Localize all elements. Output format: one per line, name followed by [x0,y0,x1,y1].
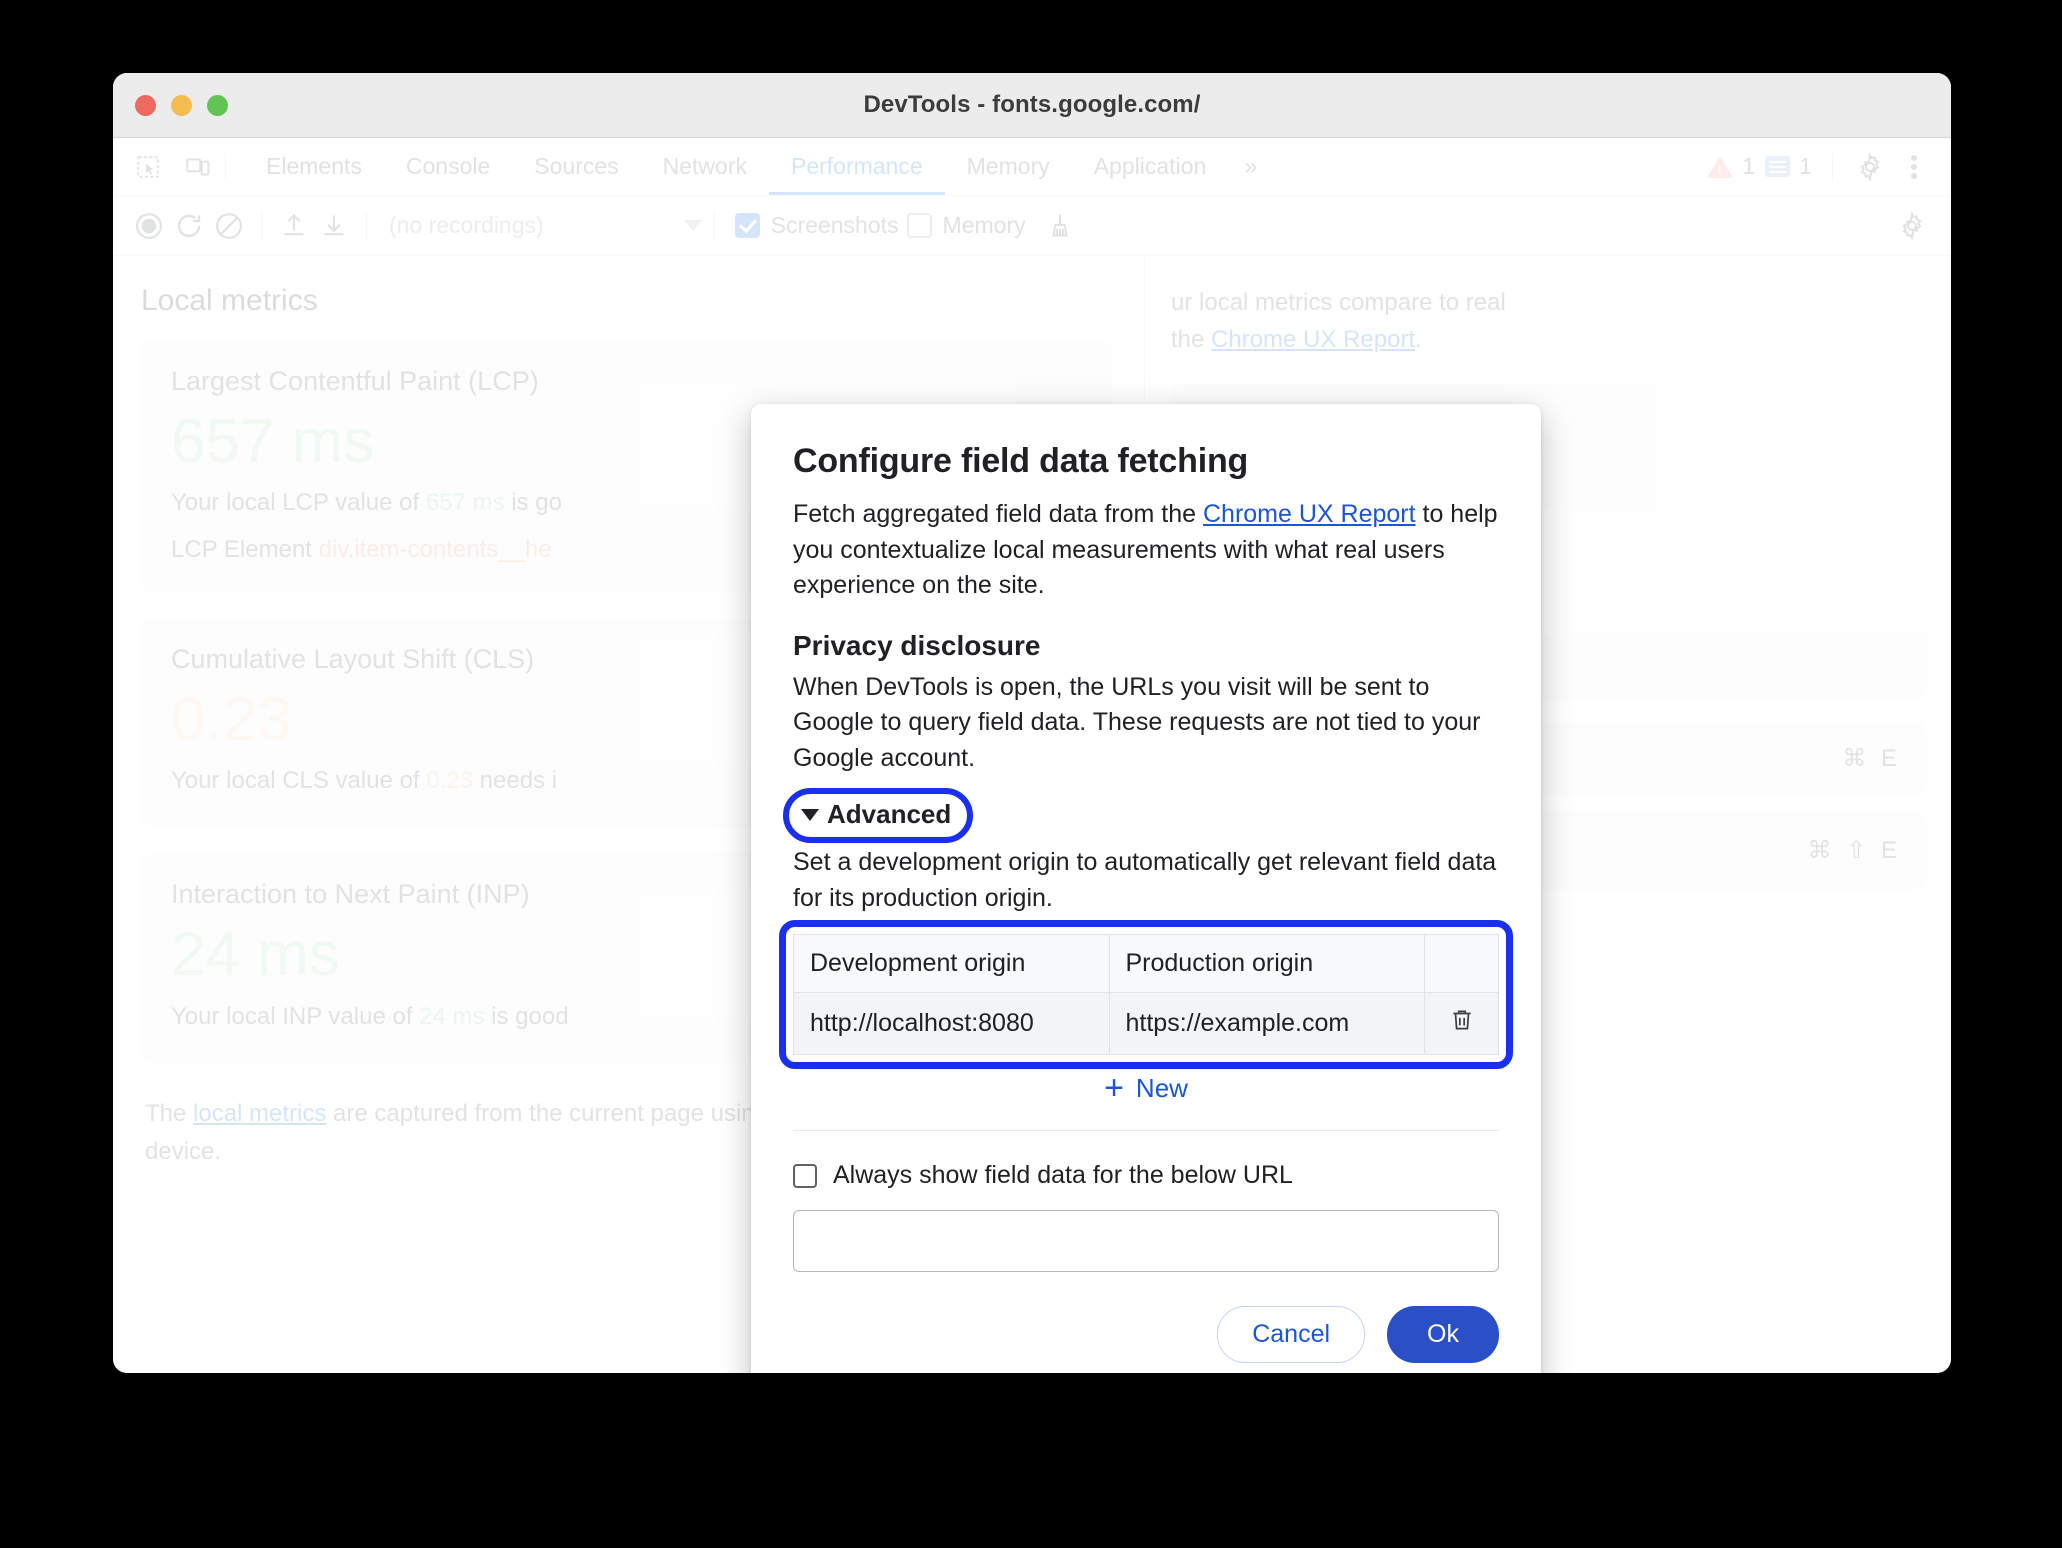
new-mapping-row: + New [793,1068,1499,1107]
devtools-window: DevTools - fonts.google.com/ Elements Co… [113,73,1951,1373]
dialog-intro: Fetch aggregated field data from the Chr… [793,500,1498,599]
warning-badge[interactable]: 1 [1707,153,1755,180]
recordings-value: (no recordings) [389,212,544,238]
tab-application[interactable]: Application [1072,138,1229,195]
always-show-field-data-label: Always show field data for the below URL [833,1161,1293,1189]
metric-name-lcp: Largest Contentful Paint (LCP) [171,366,539,396]
screenshots-label: Screenshots [770,212,899,238]
advanced-disclosure-toggle[interactable]: Advanced [783,788,974,843]
record-and-reload-shortcut: ⌘ ⇧ E [1807,836,1901,864]
devtools-tabs: Elements Console Sources Network Perform… [244,138,1274,195]
table-row[interactable]: http://localhost:8080 https://example.co… [793,992,1499,1055]
tab-memory[interactable]: Memory [945,138,1072,195]
warning-count: 1 [1742,153,1756,179]
record-shortcut: ⌘ E [1842,744,1901,772]
tabstrip-left-icons [113,150,215,184]
recordings-select[interactable]: (no recordings) [389,212,702,239]
privacy-disclosure-heading: Privacy disclosure [793,629,1041,661]
broom-icon[interactable] [1040,206,1080,246]
checkbox-unchecked-icon [793,1163,817,1188]
perfbar-divider-2 [366,211,367,240]
ok-button[interactable]: Ok [1387,1306,1499,1363]
page-title: Local metrics [141,284,318,317]
clear-icon[interactable] [209,206,249,246]
column-header-production-origin: Production origin [1108,934,1425,993]
column-header-actions [1424,934,1499,993]
device-toolbar-icon[interactable] [181,150,215,184]
window-title: DevTools - fonts.google.com/ [863,91,1201,118]
column-header-development-origin: Development origin [793,934,1110,993]
download-profile-icon[interactable] [314,206,354,246]
tab-sources[interactable]: Sources [512,138,640,195]
dialog-button-row: Cancel Ok [793,1306,1499,1363]
always-show-field-data-checkbox[interactable]: Always show field data for the below URL [793,1161,1499,1190]
advanced-label: Advanced [827,799,952,829]
plus-icon: + [1104,1068,1124,1107]
tabstrip-right-divider [1832,152,1833,181]
memory-checkbox[interactable]: Memory [906,212,1026,239]
screenshots-checkbox[interactable]: Screenshots [734,212,899,239]
cell-development-origin[interactable]: http://localhost:8080 [793,992,1110,1055]
gear-icon[interactable] [1853,150,1887,184]
tabstrip-right-icons: 1 1 [1707,150,1951,184]
tab-console[interactable]: Console [384,138,512,195]
configure-field-data-dialog: Configure field data fetching Fetch aggr… [751,404,1541,1373]
advanced-description: Set a development origin to automaticall… [793,848,1497,912]
lcp-element-selector[interactable]: div.item-contents__he [319,536,552,563]
tabstrip-divider [225,152,226,181]
message-badge[interactable]: 1 [1765,153,1812,180]
checkbox-unchecked-icon [906,213,932,238]
record-and-reload-icon[interactable] [169,206,209,246]
trash-icon[interactable] [1424,992,1499,1055]
chevron-down-icon [683,220,702,231]
message-count: 1 [1799,153,1812,179]
cancel-button[interactable]: Cancel [1217,1306,1366,1363]
perfbar-divider-1 [261,211,262,240]
privacy-disclosure-body: When DevTools is open, the URLs you visi… [793,672,1481,772]
origin-mapping-table: Development origin Production origin htt… [793,934,1499,1055]
perfbar-divider-3 [713,211,715,240]
tab-performance[interactable]: Performance [769,138,945,195]
chrome-ux-report-link-panel[interactable]: Chrome UX Report [1211,326,1415,353]
performance-toolbar: (no recordings) Screenshots Memory [113,196,1951,256]
devtools-body: Elements Console Sources Network Perform… [113,138,1951,1373]
checkbox-checked-icon [734,213,760,238]
more-tabs-icon[interactable]: » [1228,153,1273,181]
devtools-tabstrip: Elements Console Sources Network Perform… [113,138,1951,196]
dialog-title: Configure field data fetching [793,442,1249,480]
window-titlebar: DevTools - fonts.google.com/ [113,73,1951,138]
warning-triangle-icon [1707,155,1734,178]
local-metrics-link[interactable]: local metrics [193,1100,326,1127]
upload-profile-icon[interactable] [274,206,314,246]
memory-label: Memory [942,212,1026,238]
origin-mapping-table-wrapper: Development origin Production origin htt… [779,920,1513,1069]
inspect-element-icon[interactable] [131,150,165,184]
message-bubble-icon [1765,156,1791,177]
tab-elements[interactable]: Elements [244,138,384,195]
table-header-row: Development origin Production origin [793,934,1499,993]
new-button-label: New [1135,1073,1188,1103]
chrome-ux-report-link[interactable]: Chrome UX Report [1203,500,1416,528]
triangle-down-icon [801,808,819,821]
add-new-mapping-button[interactable]: + New [1104,1068,1188,1107]
tab-network[interactable]: Network [641,138,769,195]
cell-production-origin[interactable]: https://example.com [1108,992,1425,1055]
capture-settings-gear-icon[interactable] [1897,210,1951,241]
dialog-divider [793,1130,1499,1131]
field-data-description: ur local metrics compare to real the Chr… [1171,289,1506,354]
record-icon[interactable] [129,206,169,246]
kebab-menu-icon[interactable] [1897,150,1931,184]
field-data-url-input[interactable] [793,1210,1499,1272]
